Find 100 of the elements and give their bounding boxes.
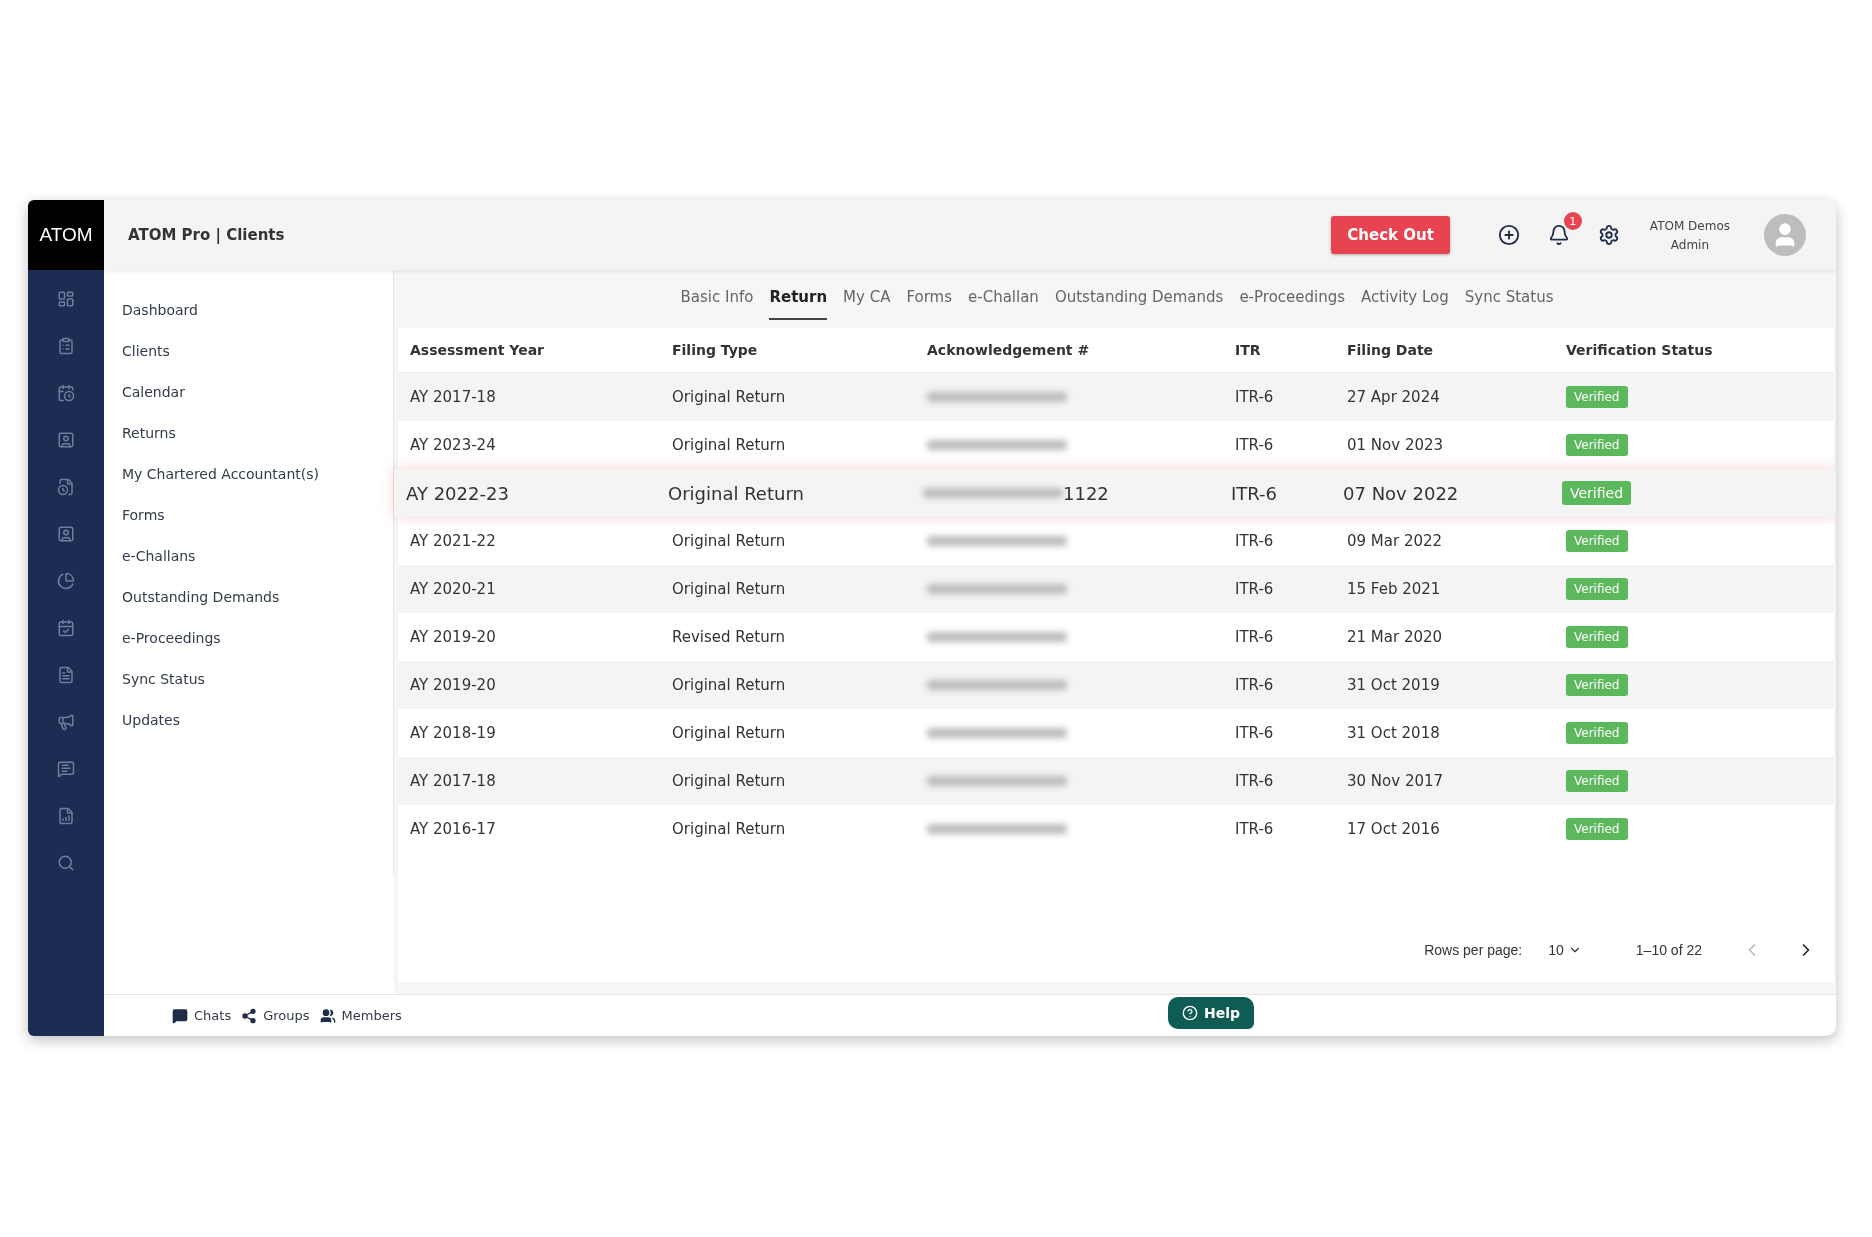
members-icon[interactable] — [319, 1007, 336, 1024]
column-header: Assessment Year — [410, 342, 545, 358]
tab[interactable]: e-Challan — [968, 286, 1039, 320]
tab[interactable]: Forms — [906, 286, 952, 320]
table-cell-text: AY 2019-20 — [410, 676, 497, 694]
document-clock-icon[interactable] — [57, 478, 75, 496]
tab[interactable]: My CA — [843, 286, 891, 320]
table-cell-text: 21 Mar 2020 — [1347, 628, 1444, 646]
dashboard-icon[interactable] — [57, 290, 75, 308]
status-tag: Verified — [1566, 626, 1628, 648]
table-cell-text: 31 Oct 2019 — [1347, 676, 1441, 694]
nav-item[interactable]: Calendar — [122, 372, 393, 413]
table-cell-text: ITR-6 — [1235, 820, 1275, 838]
user-card-icon[interactable] — [57, 431, 75, 449]
table-cell-text: Original Return — [672, 676, 787, 694]
table-cell-text: 31 Oct 2018 — [1347, 724, 1441, 742]
status-tag: Verified — [1562, 481, 1632, 505]
column-header: Acknowledgement # — [927, 342, 1091, 358]
tab[interactable]: Return — [769, 286, 828, 320]
status-tag: Verified — [1566, 530, 1628, 552]
status-tag: Verified — [1566, 770, 1628, 792]
checklist-icon[interactable] — [57, 337, 75, 355]
nav-item[interactable]: Sync Status — [122, 659, 393, 700]
tab[interactable]: e-Proceedings — [1239, 286, 1346, 320]
table-cell-text: Original Return — [672, 388, 787, 406]
megaphone-icon[interactable] — [57, 713, 75, 731]
nav-item[interactable]: Returns — [122, 413, 393, 454]
table-cell-text: ITR-6 — [1235, 580, 1275, 598]
table-cell-text: Original Return — [668, 482, 805, 504]
table-cell-text: 15 Feb 2021 — [1347, 580, 1442, 598]
table-cell-text: ITR-6 — [1235, 532, 1275, 550]
nav-item[interactable]: e-Challans — [122, 536, 393, 577]
tab[interactable]: Basic Info — [680, 286, 754, 320]
table-cell: 1122 — [1063, 482, 1109, 504]
pie-chart-icon[interactable] — [57, 572, 75, 590]
tab[interactable]: Outstanding Demands — [1054, 286, 1224, 320]
page-range: 1–10 of 22 — [1635, 942, 1702, 958]
help-icon — [1182, 1005, 1198, 1021]
table-cell-text: 07 Nov 2022 — [1343, 482, 1460, 504]
rows-per-page-label: Rows per page: — [1424, 942, 1523, 958]
document-icon[interactable] — [57, 666, 75, 684]
help-button[interactable]: Help — [1168, 997, 1255, 1029]
nav-item[interactable]: Forms — [122, 495, 393, 536]
user-name: ATOM Demos — [1649, 218, 1730, 233]
table-cell-text: Original Return — [672, 532, 787, 550]
table-cell-text: AY 2018-19 — [410, 724, 497, 742]
table-cell-text: ITR-6 — [1231, 482, 1279, 504]
table-cell-text: Revised Return — [672, 628, 787, 646]
footer-link[interactable]: Chats — [194, 1008, 232, 1023]
check-out-button[interactable]: Check Out — [1331, 216, 1450, 254]
chat-icon[interactable] — [172, 1007, 188, 1024]
avatar[interactable] — [1764, 214, 1806, 256]
table-cell-text: ITR-6 — [1235, 772, 1275, 790]
status-tag: Verified — [1566, 386, 1628, 408]
table-cell-text: AY 2017-18 — [410, 388, 497, 406]
rows-per-page-select[interactable]: 10 — [1542, 941, 1588, 959]
message-icon[interactable] — [57, 760, 75, 778]
table-cell-text: ITR-6 — [1235, 388, 1275, 406]
footer-link[interactable]: Members — [341, 1008, 402, 1023]
calendar-icon[interactable] — [57, 619, 75, 637]
table-cell-text: 17 Oct 2016 — [1347, 820, 1441, 838]
groups-icon[interactable] — [241, 1007, 258, 1024]
status-tag: Verified — [1566, 674, 1628, 696]
table-cell-text: Original Return — [672, 724, 787, 742]
nav-item[interactable]: Updates — [122, 700, 393, 741]
nav-item[interactable]: My Chartered Accountant(s) — [122, 454, 393, 495]
table-cell-text: Original Return — [672, 436, 787, 454]
nav-item[interactable]: Outstanding Demands — [122, 577, 393, 618]
table-cell-text: 27 Apr 2024 — [1347, 388, 1441, 406]
table-cell-text: AY 2017-18 — [410, 772, 497, 790]
status-tag: Verified — [1566, 434, 1628, 456]
table-cell-text: 30 Nov 2017 — [1347, 772, 1445, 790]
user-role: Admin — [1670, 237, 1710, 252]
search-icon[interactable] — [57, 854, 75, 872]
nav-item[interactable]: Dashboard — [122, 290, 393, 331]
column-header: ITR — [1235, 342, 1262, 358]
report-icon[interactable] — [57, 807, 75, 825]
calendar-icon[interactable] — [57, 384, 75, 402]
table-cell-text: AY 2022-23 — [406, 482, 510, 504]
page-title: ATOM Pro | Clients — [128, 226, 286, 244]
table-cell-text: AY 2016-17 — [410, 820, 497, 838]
status-tag: Verified — [1566, 818, 1628, 840]
logo: ATOM — [28, 200, 104, 270]
user-card-icon[interactable] — [57, 525, 75, 543]
column-header: Filing Type — [672, 342, 759, 358]
table-cell-text: ITR-6 — [1235, 436, 1275, 454]
tab[interactable]: Activity Log — [1361, 286, 1449, 320]
column-header: Verification Status — [1566, 342, 1714, 358]
table-cell-text: 09 Mar 2022 — [1347, 532, 1444, 550]
table-cell-text: AY 2023-24 — [410, 436, 497, 454]
nav-item[interactable]: Clients — [122, 331, 393, 372]
table-cell-text: ITR-6 — [1235, 676, 1275, 694]
tab[interactable]: Sync Status — [1464, 286, 1554, 320]
table-cell-text: Original Return — [672, 820, 787, 838]
footer-link[interactable]: Groups — [263, 1008, 310, 1023]
status-tag: Verified — [1566, 578, 1628, 600]
table-cell-text: ITR-6 — [1235, 724, 1275, 742]
table-cell-text: AY 2020-21 — [410, 580, 497, 598]
nav-item[interactable]: e-Proceedings — [122, 618, 393, 659]
column-header: Filing Date — [1347, 342, 1435, 358]
